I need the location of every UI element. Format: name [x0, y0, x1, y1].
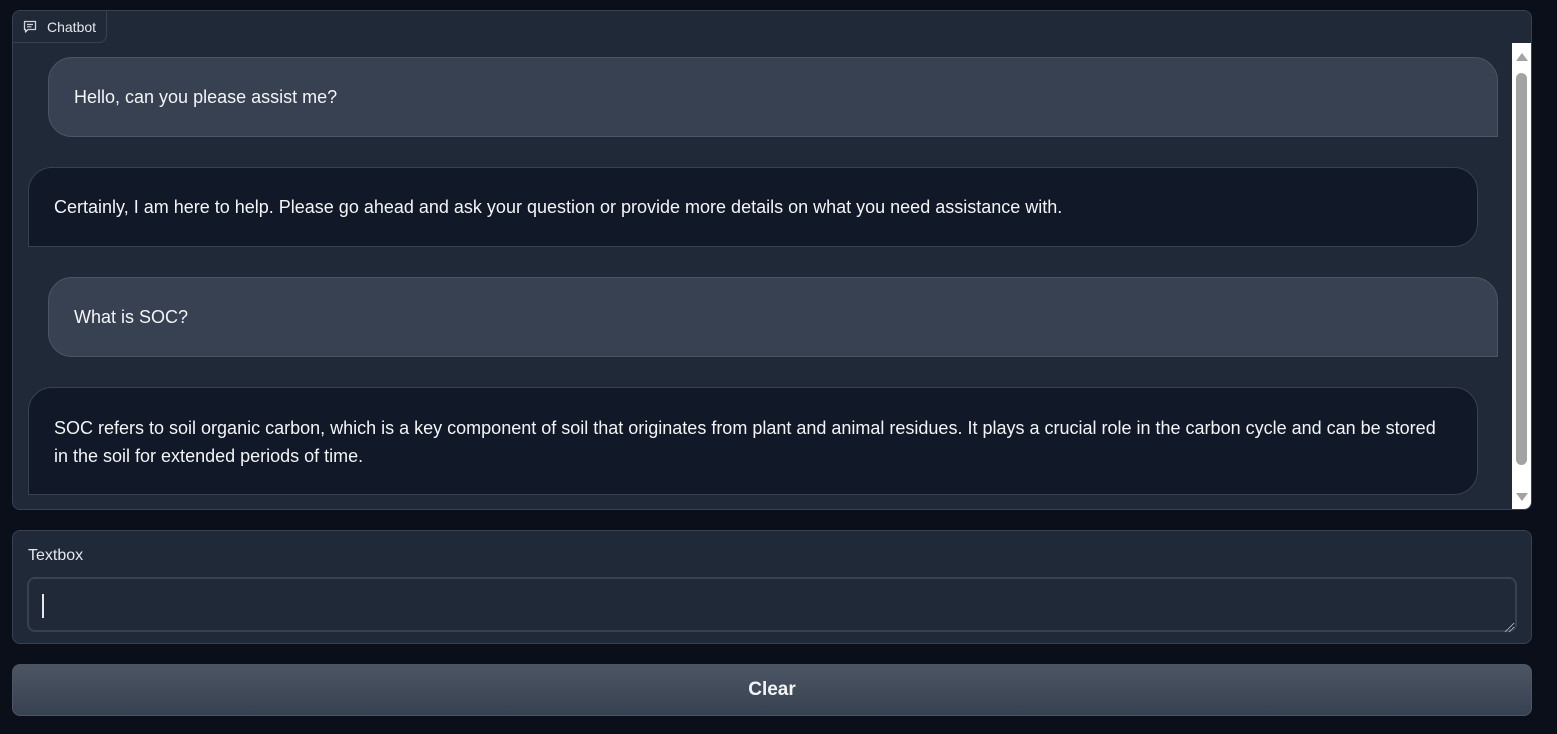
user-message: Hello, can you please assist me? [48, 57, 1498, 137]
scroll-up-arrow-icon[interactable] [1516, 53, 1528, 61]
bot-message: Certainly, I am here to help. Please go … [28, 167, 1478, 247]
chat-scrollbar[interactable] [1512, 43, 1531, 509]
chat-icon [23, 20, 37, 34]
user-message: What is SOC? [48, 277, 1498, 357]
message-input[interactable] [27, 577, 1517, 632]
chatbot-label: Chatbot [13, 11, 108, 43]
clear-button[interactable]: Clear [12, 664, 1532, 716]
resize-handle-icon[interactable] [1503, 620, 1513, 633]
scroll-thumb[interactable] [1516, 73, 1527, 465]
bot-message: SOC refers to soil organic carbon, which… [28, 387, 1478, 495]
scroll-down-arrow-icon[interactable] [1516, 493, 1528, 501]
message-list[interactable]: Hello, can you please assist me? Certain… [13, 11, 1511, 509]
text-caret [42, 594, 44, 618]
textbox-label: Textbox [28, 547, 84, 564]
chatbot-label-text: Chatbot [47, 18, 97, 35]
chatbot-panel: Chatbot Hello, can you please assist me?… [12, 10, 1532, 510]
textbox-panel: Textbox [12, 530, 1532, 644]
